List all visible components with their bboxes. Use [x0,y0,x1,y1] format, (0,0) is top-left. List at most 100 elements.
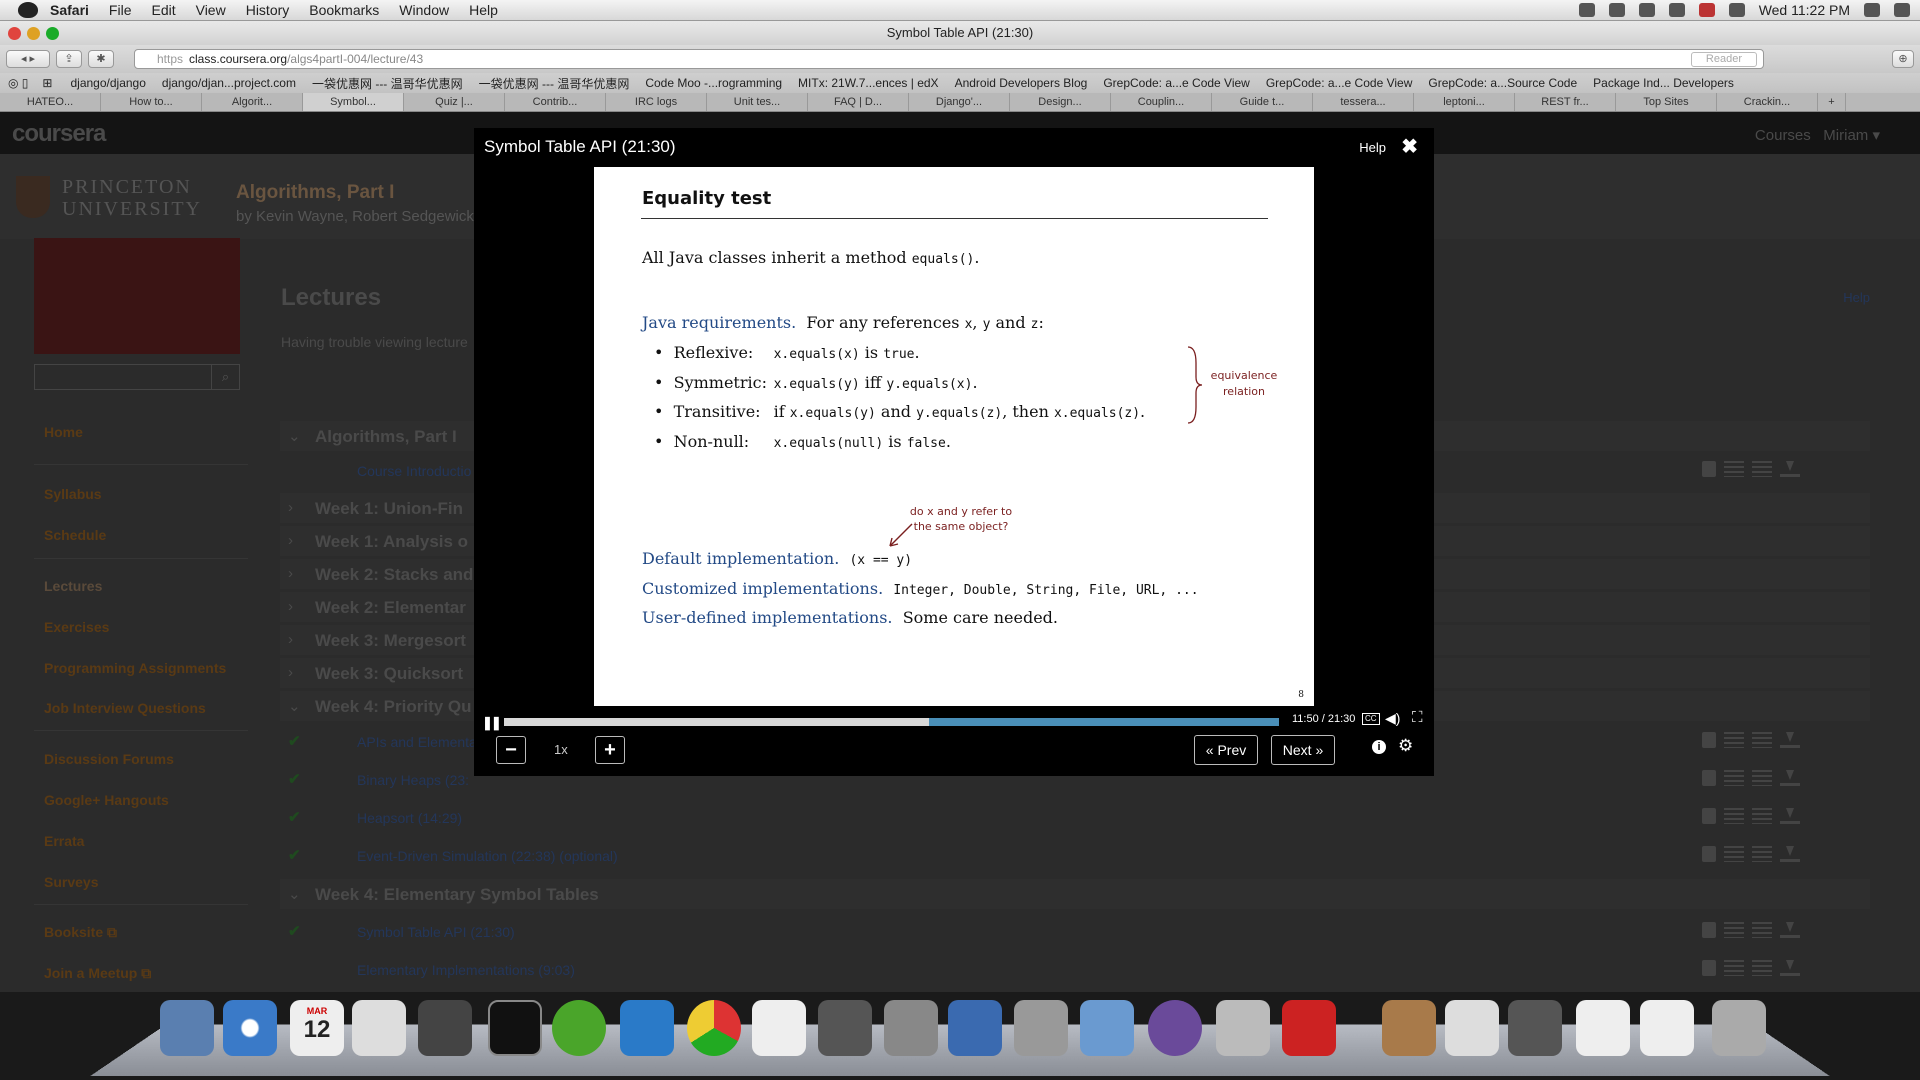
chevron-down-icon[interactable]: ⌄ [288,427,301,445]
tab[interactable]: tessera... [1313,93,1414,111]
slides-pdf-icon[interactable] [1702,846,1716,862]
tab[interactable]: HATEO... [0,93,101,111]
speed-up-button[interactable]: + [595,736,625,764]
sidebar-item-lectures[interactable]: Lectures [44,578,102,594]
texshop-icon[interactable] [884,1000,938,1056]
menu-window[interactable]: Window [399,2,449,18]
chevron-right-icon[interactable]: › [288,664,293,681]
sidebar-item-surveys[interactable]: Surveys [44,874,98,890]
transcript-icon[interactable] [1752,808,1772,824]
bookmark-item[interactable]: GrepCode: a...e Code View [1266,76,1413,90]
window-thumbnail-icon[interactable] [1576,1000,1630,1056]
search-icon[interactable]: ⌕ [211,365,239,389]
bookmark-item[interactable]: Code Moo -...rogramming [645,76,782,90]
tab[interactable]: Guide t... [1212,93,1313,111]
chevron-right-icon[interactable]: › [288,532,293,549]
notification-center-icon[interactable] [1894,3,1910,17]
transcript-icon[interactable] [1752,922,1772,938]
course-title[interactable]: Algorithms, Part I [236,182,394,204]
download-icon[interactable] [1780,461,1800,477]
volume-icon[interactable] [1728,3,1745,17]
nav-courses[interactable]: Courses [1755,127,1811,144]
tab[interactable]: Unit tes... [707,93,808,111]
info-icon[interactable]: i [1372,740,1386,754]
zoom-window-icon[interactable] [46,27,59,40]
calendar-icon[interactable]: MAR 12 [290,1000,344,1056]
sidebar-item-google-hangouts[interactable]: Google+ Hangouts [44,792,169,808]
typinator-icon[interactable] [948,1000,1002,1056]
bookmark-item[interactable]: 一袋优惠网 --- 温哥华优惠网 [479,75,630,92]
lecture-link[interactable]: Binary Heaps (23: [357,772,469,788]
bookmark-item[interactable]: 一袋优惠网 --- 温哥华优惠网 [312,75,463,92]
sync-icon[interactable] [1578,3,1595,17]
chevron-right-icon[interactable]: › [288,598,293,615]
bookmark-item[interactable]: django/djan...project.com [162,76,296,90]
tab[interactable]: How to... [101,93,202,111]
volume-icon[interactable]: ◀) [1385,710,1400,727]
transcript-icon[interactable] [1752,461,1772,477]
chevron-right-icon[interactable]: › [288,499,293,516]
week-row[interactable]: ⌄ Week 4: Elementary Symbol Tables [280,879,1870,909]
subtitles-icon[interactable] [1724,808,1744,824]
captions-button[interactable]: CC [1362,713,1380,725]
tab[interactable]: Quiz |... [404,93,505,111]
document-stack-icon[interactable] [1382,1000,1436,1056]
nav-user-menu[interactable]: Miriam ▾ [1823,127,1880,144]
slides-pdf-icon[interactable] [1702,808,1716,824]
tab[interactable]: Crackin... [1717,93,1818,111]
week-title[interactable]: Week 3: Mergesort [315,631,466,651]
chevron-down-icon[interactable]: ⌄ [288,885,301,903]
sidebar-search-input[interactable]: ⌕ [34,364,240,390]
flash-icon[interactable] [1282,1000,1336,1056]
subtitles-icon[interactable] [1724,770,1744,786]
tab[interactable]: Contrib... [505,93,606,111]
progress-slider[interactable] [504,718,1279,726]
top-sites-icon[interactable]: ⊞ [42,76,52,90]
calculator-icon[interactable] [1216,1000,1270,1056]
next-button[interactable]: Next » [1271,735,1335,765]
modal-help-link[interactable]: Help [1359,140,1386,155]
menu-edit[interactable]: Edit [151,2,175,18]
lecture-link[interactable]: Course Introductio [357,463,471,479]
lecture-row[interactable]: ✔ Symbol Table API (21:30) [280,916,1870,946]
flag-icon[interactable] [1698,3,1715,17]
window-thumbnail-icon[interactable] [1445,1000,1499,1056]
menu-view[interactable]: View [196,2,226,18]
terminal-icon[interactable] [488,1000,542,1056]
bookmark-item[interactable]: GrepCode: a...e Code View [1103,76,1250,90]
slides-pdf-icon[interactable] [1702,461,1716,477]
download-icon[interactable] [1780,846,1800,862]
coursera-logo[interactable]: coursera [12,120,106,148]
chevron-right-icon[interactable]: › [288,565,293,582]
drive-icon[interactable] [818,1000,872,1056]
word-icon[interactable] [620,1000,674,1056]
window-thumbnail-icon[interactable] [1508,1000,1562,1056]
sublime-text-icon[interactable] [418,1000,472,1056]
tab-active[interactable]: Symbol... [303,93,404,111]
close-window-icon[interactable] [8,27,21,40]
lecture-link[interactable]: Symbol Table API (21:30) [357,924,515,940]
week-title[interactable]: Algorithms, Part I [315,427,457,447]
textedit-icon[interactable] [352,1000,406,1056]
pause-icon[interactable]: ❚❚ [482,715,502,731]
slides-pdf-icon[interactable] [1702,732,1716,748]
tab[interactable]: FAQ | D... [808,93,909,111]
sidebar-item-discussion-forums[interactable]: Discussion Forums [44,751,174,767]
chevron-down-icon[interactable]: ⌄ [288,697,301,715]
lecture-link[interactable]: Event-Driven Simulation (22:38) (optiona… [357,848,618,864]
lecture-link[interactable]: Heapsort (14:29) [357,810,462,826]
week-title[interactable]: Week 1: Analysis o [315,532,468,552]
week-title[interactable]: Week 2: Stacks and [315,565,473,585]
lecture-row[interactable]: ✔ Heapsort (14:29) [280,802,1870,832]
clock[interactable]: Wed 11:22 PM [1759,2,1850,18]
sidebar-item-home[interactable]: Home [44,424,83,440]
close-icon[interactable]: ✖ [1401,134,1418,159]
downloads-icon[interactable]: ⊕ [1892,50,1914,68]
eclipse-icon[interactable] [1148,1000,1202,1056]
spotlight-icon[interactable] [1864,3,1880,17]
tab[interactable]: Couplin... [1111,93,1212,111]
chrome-icon[interactable] [687,1000,741,1056]
sidebar-item-join-meetup[interactable]: Join a Meetup ⧉ [44,965,151,982]
sidebar-item-booksite[interactable]: Booksite ⧉ [44,924,117,941]
week-title[interactable]: Week 4: Elementary Symbol Tables [315,885,599,905]
